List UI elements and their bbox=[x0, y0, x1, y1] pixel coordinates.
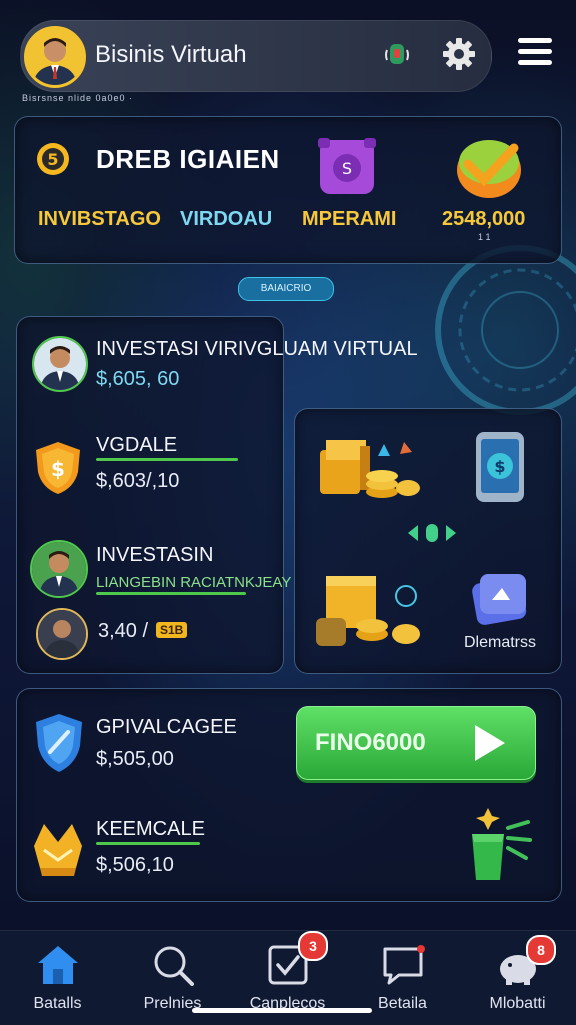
home-icon bbox=[38, 946, 78, 984]
gold-crown-icon bbox=[34, 824, 82, 876]
bottom-row2-title: KEEMCALE bbox=[96, 818, 205, 840]
svg-text:S: S bbox=[342, 159, 352, 178]
svg-text:$: $ bbox=[494, 457, 505, 476]
tab-mlobatti[interactable]: 8 Mlobatti bbox=[460, 931, 575, 1025]
shield-dollar-icon: $ bbox=[36, 442, 80, 494]
tab-badge-mlobatti: 8 bbox=[526, 935, 556, 965]
search-icon bbox=[154, 946, 194, 986]
menu-icon[interactable] bbox=[518, 38, 552, 68]
svg-text:$: $ bbox=[51, 457, 65, 481]
app-title: Bisinis Virtuah bbox=[95, 41, 247, 68]
row3-subtitle: LIANGEBIN RACIATNKJEAY bbox=[96, 574, 292, 591]
bottom-row2-divider bbox=[96, 842, 200, 845]
row2-title: VGDALE bbox=[96, 434, 178, 456]
label-virdoau: VIRDOAU bbox=[180, 208, 273, 230]
header-bar bbox=[20, 20, 492, 92]
chat-icon bbox=[383, 945, 425, 985]
gold-bars-coins-icon bbox=[316, 576, 420, 646]
purple-wallet-icon: S bbox=[318, 138, 376, 194]
tab-badge-canplecos: 3 bbox=[298, 931, 328, 961]
bottom-row1-title: GPIVALCAGEE bbox=[96, 716, 237, 738]
investor-avatar bbox=[32, 336, 88, 392]
row3-divider bbox=[96, 592, 246, 595]
row1-title: INVESTASI VIRIVGLUAM VIRTUAL bbox=[96, 338, 418, 360]
alert-icon[interactable] bbox=[384, 40, 410, 70]
wallet-card-icon bbox=[472, 574, 527, 625]
green-cup-icon bbox=[472, 808, 532, 880]
row4-chip: S1B bbox=[156, 622, 188, 638]
assets-label: Dlematrss bbox=[464, 634, 537, 651]
row2-value: $,603/,10 bbox=[96, 470, 180, 492]
section-pill[interactable]: BAIAICRIO bbox=[238, 277, 334, 301]
tab-label-batalls: Batalls bbox=[33, 995, 82, 1012]
coin-icon: 5 bbox=[37, 143, 69, 175]
home-indicator bbox=[192, 1008, 372, 1013]
investor-avatar-3 bbox=[36, 608, 88, 660]
total-value: 2548,000 bbox=[442, 208, 526, 230]
bottom-row1-value: $,505,00 bbox=[96, 748, 174, 770]
svg-text:5: 5 bbox=[47, 150, 58, 169]
label-mperami: MPERAMI bbox=[302, 208, 397, 230]
play-icon bbox=[475, 725, 505, 761]
row3-title: INVESTASIN bbox=[96, 544, 214, 566]
play-button-label: FINO6000 bbox=[315, 729, 426, 756]
header-subline: Bisrsnse nlide 0a0e0 · bbox=[22, 93, 134, 103]
phone-dollar-icon: $ bbox=[476, 432, 524, 502]
bottom-row2-value: $,506,10 bbox=[96, 854, 174, 876]
gold-cube-coins-icon bbox=[320, 440, 420, 498]
total-value-sub: 1 1 bbox=[478, 232, 491, 242]
investor-avatar-2 bbox=[30, 540, 88, 598]
play-button[interactable]: FINO6000 bbox=[296, 706, 536, 780]
summary-title: DREB IGIAIEN bbox=[96, 144, 280, 174]
gear-icon[interactable] bbox=[441, 36, 477, 72]
blue-shield-icon bbox=[36, 714, 82, 772]
row2-divider bbox=[96, 458, 238, 461]
tab-batalls[interactable]: Batalls bbox=[0, 931, 115, 1025]
row1-value: $,605, 60 bbox=[96, 368, 180, 390]
label-invibstago: INVIBSTAGO bbox=[38, 208, 161, 230]
tab-label-mlobatti: Mlobatti bbox=[489, 995, 546, 1012]
orange-check-badge-icon bbox=[457, 140, 521, 198]
transfer-arrows-icon bbox=[408, 524, 456, 542]
row4-value: 3,40 / bbox=[98, 620, 149, 642]
user-avatar[interactable] bbox=[24, 26, 86, 88]
